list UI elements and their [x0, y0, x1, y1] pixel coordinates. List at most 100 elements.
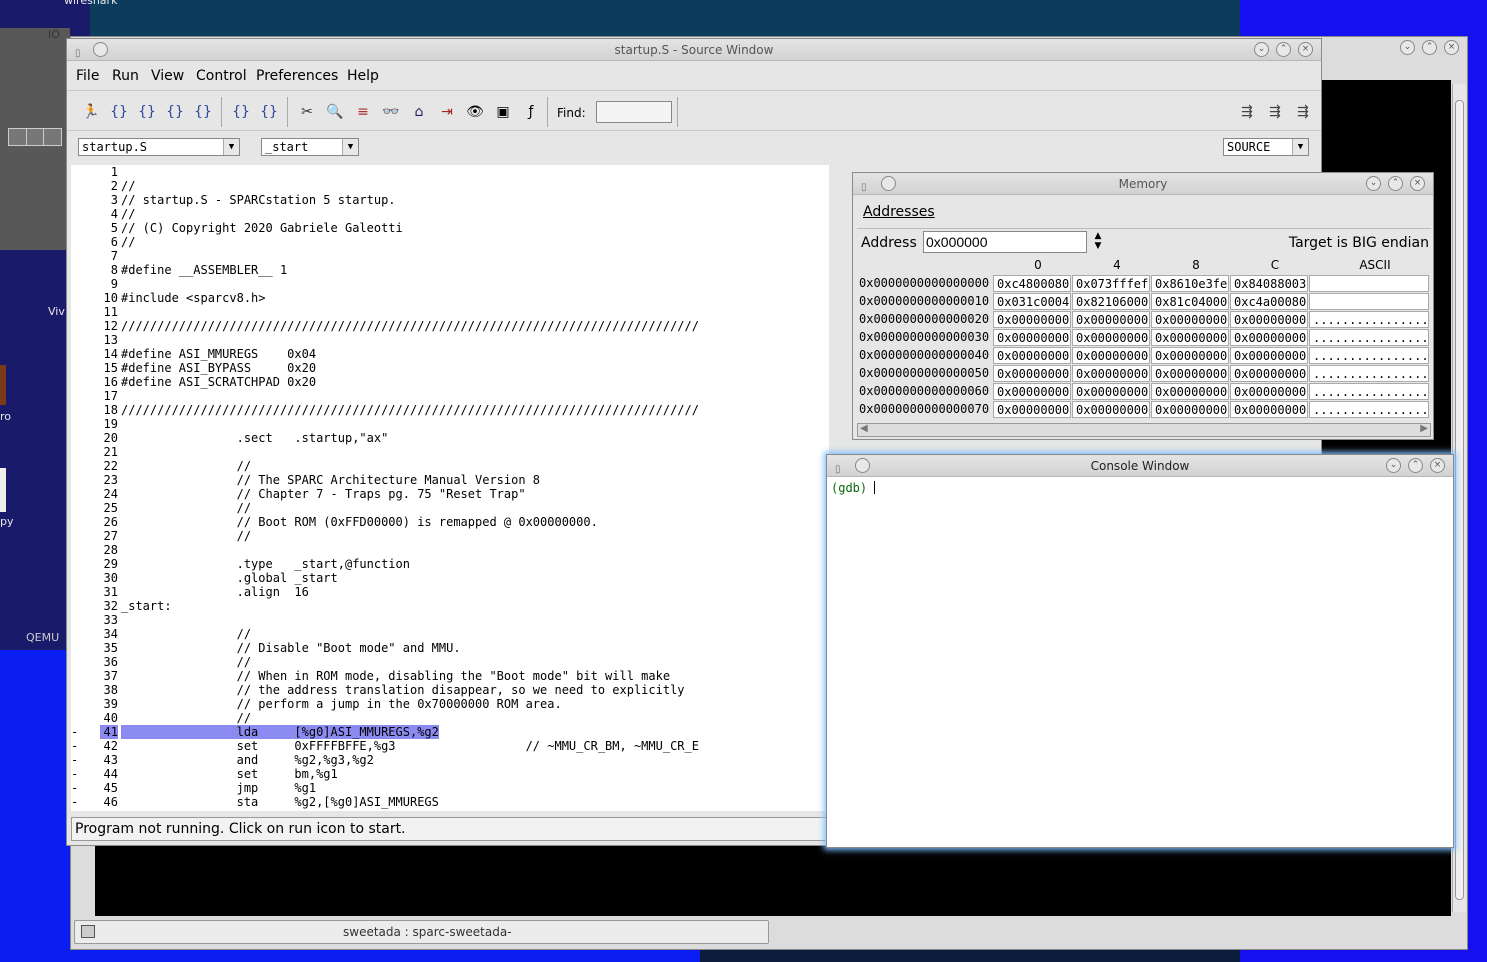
- memory-ascii[interactable]: ................: [1309, 311, 1429, 328]
- code-line[interactable]: 36 //: [71, 655, 829, 669]
- minimize-icon[interactable]: ⌄: [1386, 458, 1401, 473]
- memory-cell[interactable]: 0x00000000: [1151, 311, 1229, 328]
- finish-icon[interactable]: {}: [165, 103, 185, 121]
- breakpoint-marker[interactable]: -: [71, 753, 100, 767]
- memory-cell[interactable]: 0x00000000: [1151, 383, 1229, 400]
- memory-cell[interactable]: 0xc4800080: [993, 275, 1071, 292]
- code-line[interactable]: 25 //: [71, 501, 829, 515]
- chevron-down-icon[interactable]: ▼: [342, 139, 358, 155]
- locals-icon[interactable]: ⌂: [409, 103, 429, 121]
- memory-cell[interactable]: 0x00000000: [1072, 329, 1150, 346]
- menu-addresses[interactable]: Addresses: [863, 204, 935, 220]
- continue-icon[interactable]: {}: [193, 103, 213, 121]
- desktop-icon-label[interactable]: ro: [0, 410, 11, 423]
- terminal-scrollbar[interactable]: [1452, 84, 1466, 912]
- window-menu-icon[interactable]: [93, 42, 108, 57]
- console-output[interactable]: (gdb): [831, 481, 876, 495]
- code-line[interactable]: 38 // the address translation disappear,…: [71, 683, 829, 697]
- console-titlebar[interactable]: ▯ Console Window ⌄ ⌃ ×: [827, 455, 1453, 477]
- code-line[interactable]: 28: [71, 543, 829, 557]
- code-line[interactable]: 33: [71, 613, 829, 627]
- code-line[interactable]: 29 .type _start,@function: [71, 557, 829, 571]
- console-icon[interactable]: ▣: [493, 103, 513, 121]
- memory-cell[interactable]: 0x00000000: [1072, 383, 1150, 400]
- memory-ascii[interactable]: [1309, 293, 1429, 310]
- memory-cell[interactable]: 0x00000000: [1230, 365, 1308, 382]
- code-line[interactable]: 26 // Boot ROM (0xFFD00000) is remapped …: [71, 515, 829, 529]
- source-code-view[interactable]: 1 2//3// startup.S - SPARCstation 5 start…: [71, 165, 829, 811]
- chevron-down-icon[interactable]: ▼: [1292, 139, 1308, 155]
- run-icon[interactable]: 🏃: [81, 103, 101, 121]
- memory-cell[interactable]: 0x00000000: [993, 365, 1071, 382]
- memory-ascii[interactable]: ................: [1309, 401, 1429, 418]
- mode-combo[interactable]: SOURCE ▼: [1223, 138, 1309, 156]
- memory-cell[interactable]: 0x82106000: [1072, 293, 1150, 310]
- breakpoint-marker[interactable]: -: [71, 795, 100, 809]
- memory-cell[interactable]: 0x031c0004: [993, 293, 1071, 310]
- breakpoints-icon[interactable]: ⇥: [437, 103, 457, 121]
- code-line[interactable]: -42 set 0xFFFFBFFE,%g3 // ~MMU_CR_BM, ~M…: [71, 739, 829, 753]
- desktop-icon-label-qemu[interactable]: QEMU: [26, 631, 59, 644]
- memory-cell[interactable]: 0x81c04000: [1151, 293, 1229, 310]
- stepi-icon[interactable]: {}: [231, 103, 251, 121]
- memory-row[interactable]: 0x0000000000000020 0x00000000 0x00000000 0x…: [859, 311, 1435, 328]
- code-line[interactable]: 15 #define ASI_BYPASS 0x20: [71, 361, 829, 375]
- close-icon[interactable]: ×: [1298, 42, 1313, 57]
- close-icon[interactable]: ×: [1410, 176, 1425, 191]
- memory-ascii[interactable]: ................: [1309, 329, 1429, 346]
- code-line[interactable]: 19: [71, 417, 829, 431]
- memory-icon[interactable]: 🔍: [325, 103, 345, 121]
- document-icon[interactable]: [0, 468, 6, 512]
- breakpoint-marker[interactable]: -: [71, 725, 100, 739]
- code-line[interactable]: 17: [71, 389, 829, 403]
- stack-icon[interactable]: ≡: [353, 103, 373, 121]
- memory-cell[interactable]: 0x00000000: [993, 401, 1071, 418]
- address-spinner[interactable]: ▲ ▼: [1089, 231, 1107, 253]
- memory-row[interactable]: 0x0000000000000030 0x00000000 0x00000000 0x…: [859, 329, 1435, 346]
- code-line[interactable]: 24 // Chapter 7 - Traps pg. 75 "Reset Tr…: [71, 487, 829, 501]
- code-line[interactable]: 10 #include <sparcv8.h>: [71, 291, 829, 305]
- memory-row[interactable]: 0x0000000000000060 0x00000000 0x00000000 0x…: [859, 383, 1435, 400]
- eye-icon[interactable]: 👁: [465, 103, 485, 121]
- minimize-icon[interactable]: ⌄: [1366, 176, 1381, 191]
- memory-cell[interactable]: 0x073fffef: [1072, 275, 1150, 292]
- menu-control[interactable]: Control: [196, 68, 247, 84]
- menu-file[interactable]: File: [76, 68, 99, 84]
- source-titlebar[interactable]: ▯ startup.S - Source Window ⌄ ⌃ ×: [67, 39, 1321, 61]
- window-menu-icon[interactable]: [855, 458, 870, 473]
- maximize-icon[interactable]: ⌃: [1408, 458, 1423, 473]
- code-line[interactable]: 18//////////////////////////////////////…: [71, 403, 829, 417]
- desktop-icon-label[interactable]: Viv: [48, 305, 65, 318]
- memory-cell[interactable]: 0x84088003: [1230, 275, 1308, 292]
- terminal-tab[interactable]: sweetada : sparc-sweetada-: [74, 920, 769, 944]
- memory-cell[interactable]: 0x8610e3fe: [1151, 275, 1229, 292]
- code-line[interactable]: 13: [71, 333, 829, 347]
- memory-cell[interactable]: 0x00000000: [1151, 401, 1229, 418]
- chevron-down-icon[interactable]: ▼: [223, 139, 239, 155]
- code-line[interactable]: -46 sta %g2,[%g0]ASI_MMUREGS: [71, 795, 829, 809]
- code-line[interactable]: 31 .align 16: [71, 585, 829, 599]
- address-input[interactable]: [923, 231, 1087, 253]
- close-icon[interactable]: ×: [1430, 458, 1445, 473]
- code-line[interactable]: -41 lda [%g0]ASI_MMUREGS,%g2: [71, 725, 829, 739]
- memory-row[interactable]: 0x0000000000000000 0xc4800080 0x073fffef 0x…: [859, 275, 1435, 292]
- memory-cell[interactable]: 0x00000000: [993, 347, 1071, 364]
- breakpoint-marker[interactable]: -: [71, 767, 100, 781]
- close-icon[interactable]: ×: [1444, 40, 1459, 55]
- watch-icon[interactable]: 👓: [381, 103, 401, 121]
- memory-cell[interactable]: 0x00000000: [1230, 311, 1308, 328]
- memory-row[interactable]: 0x0000000000000050 0x00000000 0x00000000 0x…: [859, 365, 1435, 382]
- code-line[interactable]: 30 .global _start: [71, 571, 829, 585]
- find-input[interactable]: [596, 101, 672, 123]
- memory-row[interactable]: 0x0000000000000040 0x00000000 0x00000000 0x…: [859, 347, 1435, 364]
- menu-run[interactable]: Run: [112, 68, 139, 84]
- memory-cell[interactable]: 0x00000000: [1072, 365, 1150, 382]
- minimize-icon[interactable]: ⌄: [1254, 42, 1269, 57]
- code-line[interactable]: 39 // perform a jump in the 0x70000000 R…: [71, 697, 829, 711]
- next-icon[interactable]: {}: [137, 103, 157, 121]
- code-line[interactable]: 14 #define ASI_MMUREGS 0x04: [71, 347, 829, 361]
- memory-cell[interactable]: 0x00000000: [1230, 401, 1308, 418]
- memory-row[interactable]: 0x0000000000000070 0x00000000 0x00000000 0x…: [859, 401, 1435, 418]
- code-line[interactable]: 9: [71, 277, 829, 291]
- code-line[interactable]: -45 jmp %g1: [71, 781, 829, 795]
